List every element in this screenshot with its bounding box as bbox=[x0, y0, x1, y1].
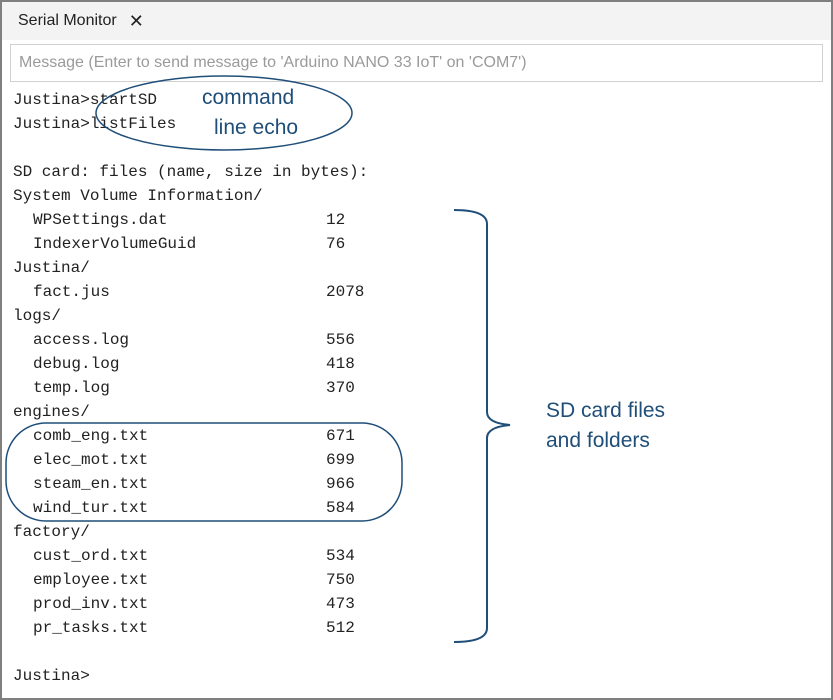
annotation-line: line echo bbox=[214, 116, 299, 139]
command-echo-annotation: command line echo bbox=[202, 83, 352, 143]
annotation-line: SD card files bbox=[546, 399, 666, 422]
sd-files-brace bbox=[453, 209, 511, 643]
sd-files-annotation: SD card files and folders bbox=[546, 396, 746, 456]
serial-monitor-panel: Serial Monitor ✕ Justina>startSDJustina>… bbox=[0, 0, 833, 700]
annotation-overlay bbox=[5, 75, 511, 643]
engines-highlight bbox=[5, 422, 403, 522]
annotation-line: command bbox=[202, 86, 295, 109]
annotation-line: and folders bbox=[546, 429, 650, 452]
